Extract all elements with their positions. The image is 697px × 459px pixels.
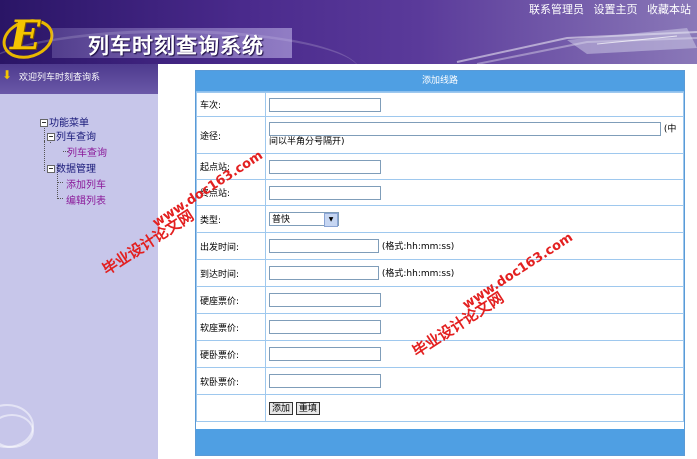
hard-sleeper-input[interactable] bbox=[269, 347, 381, 361]
add-button[interactable]: 添加 bbox=[269, 401, 294, 415]
reset-button[interactable]: 重填 bbox=[295, 401, 320, 415]
chevron-down-icon[interactable]: ▼ bbox=[324, 213, 338, 227]
hard-seat-label: 硬座票价: bbox=[196, 286, 266, 314]
form-row: 出发时间: (格式:hh:mm:ss) bbox=[196, 232, 684, 260]
tree-item-add-train[interactable]: 添加列车 bbox=[66, 176, 106, 191]
start-station-label: 起点站: bbox=[196, 153, 266, 180]
form-row: 起点站: bbox=[196, 153, 684, 180]
route-input[interactable] bbox=[269, 121, 661, 136]
form-row: 硬卧票价: bbox=[196, 340, 684, 368]
welcome-text: 欢迎列车时刻查询系 bbox=[19, 73, 101, 83]
hard-sleeper-label: 硬卧票价: bbox=[196, 340, 266, 368]
soft-sleeper-input[interactable] bbox=[269, 374, 381, 388]
depart-time-input[interactable] bbox=[269, 239, 379, 254]
contact-admin-link[interactable]: 联系管理员 bbox=[529, 3, 584, 16]
form-row: 途径: (中 间以半角分号隔开) bbox=[196, 116, 684, 154]
top-links: 联系管理员 设置主页 收藏本站 bbox=[523, 1, 691, 17]
bookmark-site-link[interactable]: 收藏本站 bbox=[647, 3, 691, 16]
header-banner: E 列车时刻查询系统 联系管理员 设置主页 收藏本站 bbox=[0, 0, 697, 64]
welcome-bar: ⬇ 欢迎列车时刻查询系 bbox=[0, 64, 158, 94]
collapse-icon bbox=[40, 119, 48, 127]
form-row: 软卧票价: bbox=[196, 367, 684, 395]
sidebar-decoration bbox=[0, 394, 60, 454]
tree-item-train-query[interactable]: 列车查询 bbox=[67, 144, 107, 159]
form-row: 终点站: bbox=[196, 179, 684, 206]
form-row: 软座票价: bbox=[196, 313, 684, 341]
add-route-panel: 添加线路 车次: 途径: (中 间以半角分号隔开) 起点站: 终点站: 类型: bbox=[195, 70, 685, 456]
start-station-input[interactable] bbox=[269, 159, 381, 174]
soft-seat-label: 软座票价: bbox=[196, 313, 266, 341]
panel-footer bbox=[196, 429, 684, 455]
arrive-time-format: (格式:hh:mm:ss) bbox=[381, 268, 455, 279]
form-row: 到达时间: (格式:hh:mm:ss) bbox=[196, 259, 684, 287]
collapse-icon bbox=[47, 165, 55, 173]
add-route-form: 车次: 途径: (中 间以半角分号隔开) 起点站: 终点站: 类型: 普快 ▼ … bbox=[196, 92, 684, 422]
train-no-input[interactable] bbox=[269, 97, 381, 112]
set-homepage-link[interactable]: 设置主页 bbox=[594, 3, 638, 16]
tree-group-train-query[interactable]: 列车查询 bbox=[47, 128, 96, 143]
collapse-icon bbox=[47, 133, 55, 141]
arrow-down-icon: ⬇ bbox=[2, 68, 13, 82]
form-row: 车次: bbox=[196, 92, 684, 117]
train-decoration bbox=[456, 28, 697, 64]
app-title: 列车时刻查询系统 bbox=[88, 35, 264, 58]
form-row: 添加 重填 bbox=[196, 394, 684, 422]
tree-root-function-menu[interactable]: 功能菜单 bbox=[40, 114, 89, 129]
app-logo: E bbox=[0, 12, 59, 64]
route-hint-b: 间以半角分号隔开) bbox=[269, 137, 345, 148]
arrive-time-label: 到达时间: bbox=[196, 259, 266, 287]
tree-group-data-management[interactable]: 数据管理 bbox=[47, 160, 96, 175]
route-label: 途径: bbox=[196, 116, 266, 154]
route-hint-a: (中 bbox=[663, 124, 677, 135]
type-select[interactable]: 普快 ▼ bbox=[269, 212, 339, 227]
panel-title: 添加线路 bbox=[196, 71, 684, 92]
hard-seat-input[interactable] bbox=[269, 293, 381, 307]
form-row: 类型: 普快 ▼ bbox=[196, 205, 684, 233]
end-station-input[interactable] bbox=[269, 185, 381, 200]
depart-time-format: (格式:hh:mm:ss) bbox=[381, 241, 455, 252]
arrive-time-input[interactable] bbox=[269, 266, 379, 281]
tree-item-edit-list[interactable]: 编辑列表 bbox=[66, 192, 106, 207]
soft-seat-input[interactable] bbox=[269, 320, 381, 334]
form-row: 硬座票价: bbox=[196, 286, 684, 314]
type-label: 类型: bbox=[196, 205, 266, 233]
left-sidebar: ⬇ 欢迎列车时刻查询系 功能菜单 列车查询 列车查询 数据管理 添加列车 编辑列… bbox=[0, 64, 158, 459]
end-station-label: 终点站: bbox=[196, 179, 266, 206]
soft-sleeper-label: 软卧票价: bbox=[196, 367, 266, 395]
train-no-label: 车次: bbox=[196, 92, 266, 117]
depart-time-label: 出发时间: bbox=[196, 232, 266, 260]
